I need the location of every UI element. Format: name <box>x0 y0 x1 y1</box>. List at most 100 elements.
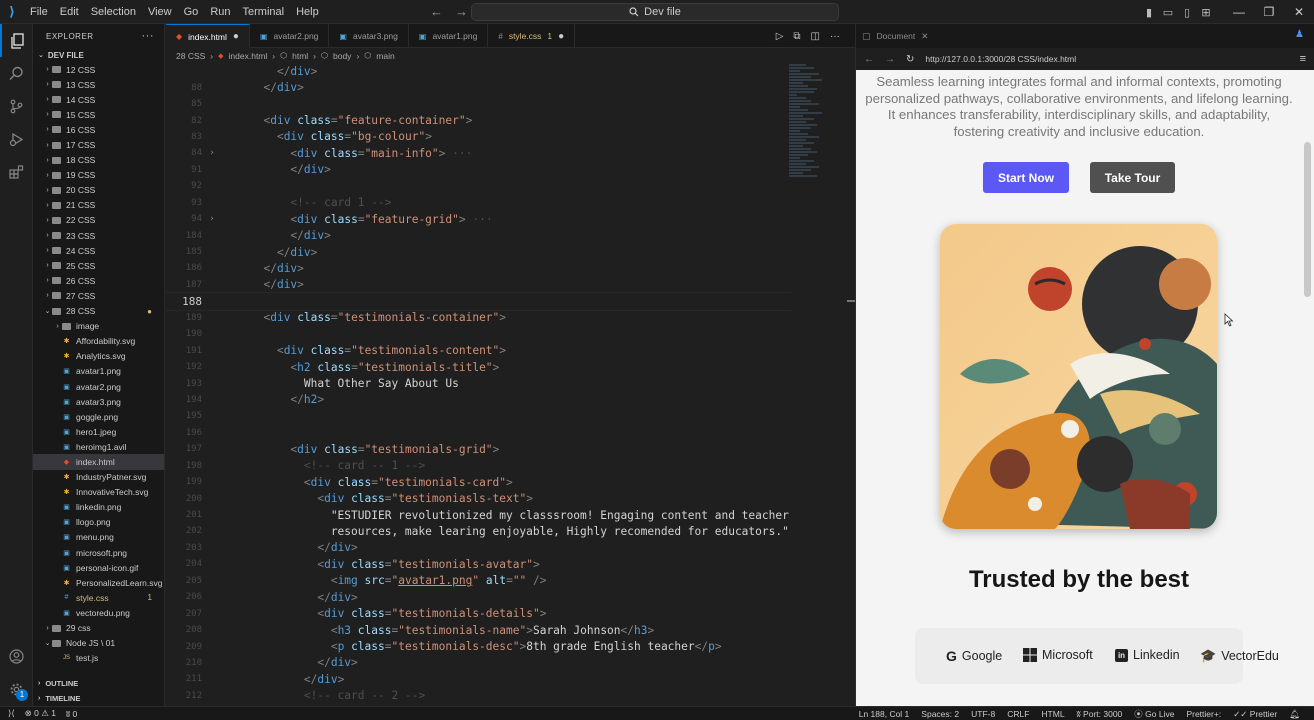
toggle-secondary-sidebar-icon[interactable]: ▯ <box>1178 6 1196 19</box>
code-line[interactable]: 88 </div> <box>166 79 791 95</box>
back-arrow-icon[interactable]: ← <box>430 4 443 19</box>
minimap[interactable] <box>789 63 844 233</box>
tree-item[interactable]: ◆ index.html <box>33 454 164 470</box>
breadcrumb-item[interactable]: body <box>333 51 351 61</box>
tree-item[interactable]: ▣ goggle.png <box>33 409 164 424</box>
code-line[interactable]: 193 What Other Say About Us <box>166 375 791 391</box>
code-line[interactable]: 210 </div> <box>166 655 791 671</box>
code-line[interactable]: 83 <div class="bg-colour"> <box>166 129 791 145</box>
tree-item[interactable]: ▣ heroimg1.avil <box>33 439 164 454</box>
tree-item[interactable]: ✱ InnovativeTech.svg <box>33 485 164 500</box>
port-indicator[interactable]: ʬ Port: 3000 <box>1077 709 1123 719</box>
tree-item[interactable]: › 18 CSS <box>33 153 164 168</box>
code-editor[interactable]: </div> 88 </div> 85 82 <div class="feature-… <box>166 63 791 706</box>
code-line[interactable]: 201 "ESTUDIER revolutionized my classsro… <box>166 507 791 523</box>
search-view-icon[interactable] <box>0 57 33 90</box>
reload-icon[interactable]: ↻ <box>906 54 914 65</box>
breadcrumb-item[interactable]: 28 CSS <box>176 51 205 61</box>
ports-indicator[interactable]: ʬ 0 <box>66 709 77 719</box>
code-line[interactable]: 94 › <div class="feature-grid"> ··· <box>166 211 791 227</box>
browser-menu-icon[interactable]: ≡ <box>1300 53 1306 65</box>
code-line[interactable]: 203 </div> <box>166 540 791 556</box>
code-line[interactable]: 82 <div class="feature-container"> <box>166 112 791 128</box>
tree-item[interactable]: › 19 CSS <box>33 168 164 183</box>
tree-item[interactable]: ✱ Analytics.svg <box>33 349 164 364</box>
code-line[interactable]: 188 <box>166 292 791 311</box>
menu-view[interactable]: View <box>142 0 178 24</box>
code-line[interactable]: 190 <box>166 326 791 342</box>
code-line[interactable]: 189 <div class="testimonials-container"> <box>166 310 791 326</box>
line-ending[interactable]: CRLF <box>1007 709 1029 719</box>
code-line[interactable]: 204 <div class="testimonials-avatar"> <box>166 556 791 572</box>
code-line[interactable]: 186 </div> <box>166 260 791 276</box>
tree-item[interactable]: › 16 CSS <box>33 122 164 137</box>
take-tour-button[interactable]: Take Tour <box>1090 162 1175 193</box>
tree-item[interactable]: # style.css 1 <box>33 590 164 605</box>
tree-item[interactable]: › 13 CSS <box>33 77 164 92</box>
tree-item[interactable]: ▣ microsoft.png <box>33 545 164 560</box>
tree-item[interactable]: › 21 CSS <box>33 198 164 213</box>
tree-item[interactable]: ▣ linkedin.png <box>33 500 164 515</box>
explorer-icon[interactable] <box>0 24 33 57</box>
code-line[interactable]: 196 <box>166 425 791 441</box>
back-arrow-icon[interactable]: ← <box>864 54 874 65</box>
tree-item[interactable]: ▣ avatar2.png <box>33 379 164 394</box>
menu-help[interactable]: Help <box>290 0 325 24</box>
code-line[interactable]: 207 <div class="testimonials-details"> <box>166 605 791 621</box>
restore-icon[interactable]: ❐ <box>1254 5 1284 19</box>
tree-item[interactable]: ▣ avatar3.png <box>33 394 164 409</box>
tree-item[interactable]: › image <box>33 319 164 334</box>
forward-arrow-icon[interactable]: → <box>455 4 468 19</box>
extensions-icon[interactable] <box>0 156 33 189</box>
tree-item[interactable]: ⌄ 28 CSS ● <box>33 304 164 319</box>
tree-item[interactable]: › 14 CSS <box>33 92 164 107</box>
breadcrumb-item[interactable]: html <box>292 51 308 61</box>
code-line[interactable]: 211 </div> <box>166 671 791 687</box>
tree-item[interactable]: › 23 CSS <box>33 228 164 243</box>
run-icon[interactable]: ▷ <box>776 31 784 42</box>
tree-item[interactable]: › 20 CSS <box>33 183 164 198</box>
prettier-plus[interactable]: Prettier+: <box>1186 709 1221 719</box>
code-line[interactable]: 91 </div> <box>166 162 791 178</box>
menu-selection[interactable]: Selection <box>85 0 142 24</box>
toggle-sidebar-icon[interactable]: ▮ <box>1140 6 1158 19</box>
tree-item[interactable]: › 24 CSS <box>33 243 164 258</box>
language-mode[interactable]: HTML <box>1041 709 1064 719</box>
more-actions-icon[interactable]: ··· <box>142 30 155 42</box>
tree-item[interactable]: › 15 CSS <box>33 107 164 122</box>
breadcrumb-item[interactable]: main <box>376 51 394 61</box>
tree-item[interactable]: ▣ llogo.png <box>33 515 164 530</box>
tree-item[interactable]: ✱ Affordability.svg <box>33 334 164 349</box>
code-line[interactable]: 198 <!-- card -- 1 --> <box>166 458 791 474</box>
toggle-panel-icon[interactable]: ▭ <box>1159 6 1177 19</box>
tree-item[interactable]: › 29 css <box>33 620 164 635</box>
code-line[interactable]: 92 <box>166 178 791 194</box>
code-line[interactable]: 199 <div class="testimonials-card"> <box>166 474 791 490</box>
close-tab-icon[interactable]: ✕ <box>921 31 928 42</box>
notifications-bell-icon[interactable]: 🔔︎ <box>1289 709 1300 720</box>
menu-file[interactable]: File <box>24 0 54 24</box>
customize-layout-icon[interactable]: ⊞ <box>1197 6 1215 19</box>
page-scrollbar[interactable] <box>1301 70 1314 706</box>
code-line[interactable]: 212 <!-- card -- 2 --> <box>166 688 791 704</box>
open-preview-icon[interactable]: ⧉ <box>793 31 800 42</box>
code-line[interactable]: 208 <h3 class="testimonials-name">Sarah … <box>166 622 791 638</box>
url-field[interactable]: http://127.0.0.1:3000/28 CSS/index.html <box>925 54 1076 64</box>
modified-dot-icon[interactable]: ● <box>558 31 564 42</box>
workspace-root[interactable]: ⌄ DEV FILE <box>33 48 164 62</box>
browser-tab[interactable]: ▢ Document ✕ <box>862 31 928 42</box>
tree-item[interactable]: ▣ vectoredu.png <box>33 605 164 620</box>
tree-item[interactable]: JS test.js <box>33 651 164 666</box>
tree-item[interactable]: ▣ menu.png <box>33 530 164 545</box>
fold-chevron-icon[interactable]: › <box>206 214 218 224</box>
tree-item[interactable]: › 17 CSS <box>33 137 164 152</box>
code-line[interactable]: 195 <box>166 408 791 424</box>
tree-item[interactable]: › 27 CSS <box>33 288 164 303</box>
tab-avatar3-png[interactable]: ▣ avatar3.png <box>329 24 409 48</box>
tab-index-html[interactable]: ◆ index.html ● <box>166 24 250 48</box>
code-line[interactable]: </div> <box>166 63 791 79</box>
menu-go[interactable]: Go <box>178 0 205 24</box>
timeline-section[interactable]: › TIMELINE <box>33 691 164 706</box>
code-line[interactable]: 200 <div class="testimoniasls-text"> <box>166 490 791 506</box>
tab-avatar2-png[interactable]: ▣ avatar2.png <box>250 24 330 48</box>
